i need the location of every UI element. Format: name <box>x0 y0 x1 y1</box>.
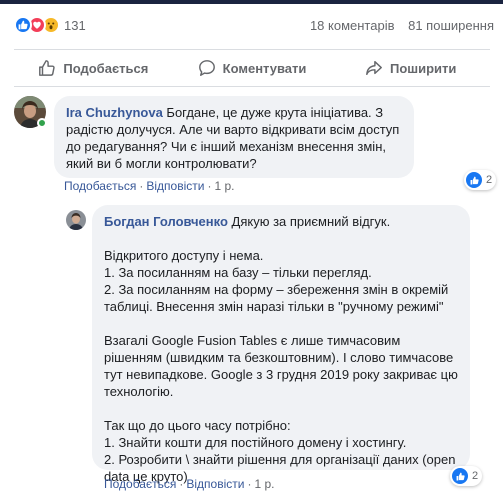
comment-age[interactable]: 1 р. <box>214 179 234 193</box>
reaction-count: 131 <box>64 18 86 33</box>
share-button-label: Поширити <box>389 60 457 76</box>
like-button-label: Подобається <box>63 60 149 76</box>
comment-reply-link[interactable]: Відповісти <box>186 477 244 491</box>
like-count: 2 <box>472 470 479 482</box>
share-button[interactable]: Поширити <box>331 50 490 86</box>
comment-button-label: Коментувати <box>222 60 307 76</box>
comment-like-count-1[interactable]: 2 <box>464 170 497 190</box>
post-stats-row: 131 18 коментарів 81 поширення <box>14 15 494 35</box>
like-button[interactable]: Подобається <box>14 50 173 86</box>
comment-meta-1: Подобається · Відповісти · 1 р. <box>64 179 235 193</box>
comment-button[interactable]: Коментувати <box>173 50 332 86</box>
comment-author[interactable]: Ira Chuzhynova <box>66 105 163 120</box>
like-icon <box>466 172 482 188</box>
comment-bubble-2: Богдан Головченко Дякую за приємний відг… <box>92 205 470 484</box>
comment-bubble-1: Ira Chuzhynova Богдане, це дуже крута ін… <box>54 96 414 178</box>
comment-like-count-2[interactable]: 2 <box>450 466 483 486</box>
comment-paragraph: Так що до цього часу потрібно: 1. Знайти… <box>104 418 456 484</box>
thumbs-up-icon <box>39 60 56 76</box>
like-icon <box>14 16 32 34</box>
comment-paragraph: Взагалі Google Fusion Tables є лише тимч… <box>104 333 458 399</box>
divider-bottom <box>14 86 490 87</box>
avatar-bohdan[interactable] <box>66 210 86 230</box>
top-strip <box>0 0 503 4</box>
comment-like-link[interactable]: Подобається <box>64 179 136 193</box>
comment-paragraph: Дякую за приємний відгук. <box>231 214 391 229</box>
comments-count-link[interactable]: 18 коментарів <box>310 18 395 33</box>
comment-age[interactable]: 1 р. <box>254 477 274 491</box>
post-action-bar: Подобається Коментувати Поширити <box>14 50 490 86</box>
speech-bubble-icon <box>198 60 215 76</box>
share-arrow-icon <box>366 60 382 76</box>
comment-paragraph: Відкритого доступу і нема. 1. За посилан… <box>104 248 449 314</box>
comment-reply-link[interactable]: Відповісти <box>146 179 204 193</box>
comment-meta-2: Подобається · Відповісти · 1 р. <box>104 477 275 491</box>
like-icon <box>452 468 468 484</box>
online-status-dot <box>37 118 47 128</box>
comment-author[interactable]: Богдан Головченко <box>104 214 228 229</box>
like-count: 2 <box>486 174 493 186</box>
shares-count-link[interactable]: 81 поширення <box>408 18 494 33</box>
post-counts: 18 коментарів 81 поширення <box>310 18 494 33</box>
comment-like-link[interactable]: Подобається <box>104 477 176 491</box>
